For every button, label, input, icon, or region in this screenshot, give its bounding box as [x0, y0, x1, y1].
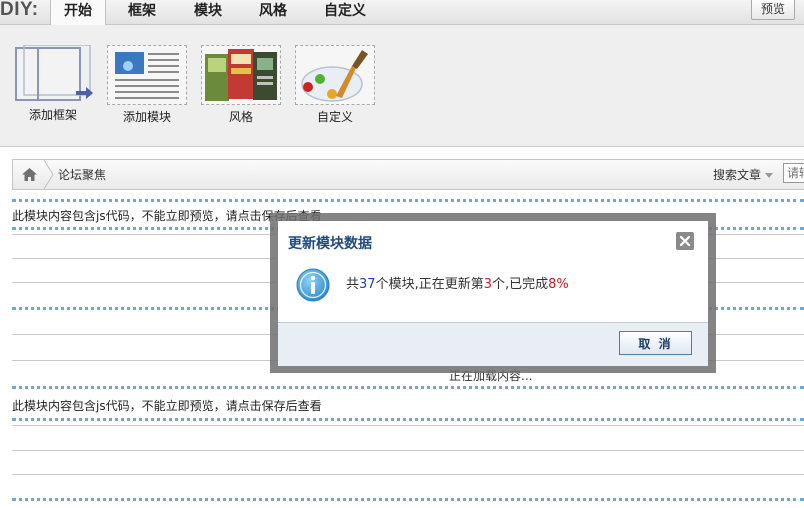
style-button[interactable]: 风格	[200, 45, 282, 125]
percent-complete: 8%	[548, 277, 569, 292]
tab-label: 自定义	[324, 3, 366, 19]
breadcrumb: 论坛聚焦 搜索文章	[12, 159, 804, 190]
tab-start[interactable]: 开始	[50, 0, 106, 26]
progress-message: 共37个模块,正在更新第3个,已完成8%	[346, 273, 569, 292]
search-type-select[interactable]: 搜索文章	[713, 166, 774, 183]
style-icon	[201, 45, 281, 105]
tab-label: 模块	[194, 3, 222, 19]
breadcrumb-separator-icon	[43, 160, 54, 189]
tool-label: 风格	[228, 110, 253, 124]
tab-module[interactable]: 模块	[178, 0, 238, 24]
msg-text: 共	[346, 277, 360, 292]
palette-icon	[295, 45, 375, 105]
dialog-title: 更新模块数据	[288, 236, 372, 252]
info-icon	[296, 268, 330, 302]
module-border	[12, 418, 804, 421]
module-border	[12, 498, 804, 501]
update-module-dialog: 更新模块数据 共37个模块,正在更新第3个,已完成8% 取 消	[278, 221, 708, 366]
home-icon[interactable]	[21, 167, 38, 182]
tab-label: 框架	[128, 3, 156, 19]
custom-button[interactable]: 自定义	[294, 45, 376, 125]
module-border	[12, 386, 804, 389]
diy-brand: DIY:	[0, 0, 39, 20]
diy-topbar: DIY: 开始 框架 模块 风格 自定义 预览	[0, 0, 804, 26]
msg-text: 个模块,正在更新第	[375, 277, 484, 292]
add-module-button[interactable]: 添加模块	[106, 45, 188, 125]
diy-tool-panel: 添加框架 添加模块 风格 自定义	[0, 25, 804, 147]
dialog-footer: 取 消	[278, 322, 708, 366]
current-index: 3	[483, 277, 492, 292]
tab-label: 开始	[64, 3, 92, 19]
tab-frame[interactable]: 框架	[112, 0, 172, 24]
module-icon	[107, 45, 187, 105]
tab-style[interactable]: 风格	[243, 0, 303, 24]
frame-icon	[14, 44, 93, 103]
tool-label: 添加模块	[122, 110, 171, 124]
search-input[interactable]	[783, 163, 804, 183]
tab-custom[interactable]: 自定义	[312, 0, 378, 24]
msg-text: 个,已完成	[491, 277, 549, 292]
close-icon[interactable]	[676, 232, 694, 250]
module-border	[12, 199, 804, 202]
tab-label: 风格	[259, 3, 287, 19]
preview-button[interactable]: 预览	[751, 0, 795, 20]
tool-label: 自定义	[316, 110, 353, 124]
module-notice: 此模块内容包含js代码，不能立即预览，请点击保存后查看	[12, 399, 322, 413]
cancel-button[interactable]: 取 消	[619, 331, 692, 355]
divider	[12, 450, 804, 451]
add-frame-button[interactable]: 添加框架	[12, 44, 94, 123]
total-count: 37	[359, 277, 376, 292]
search-type-label: 搜索文章	[713, 168, 762, 182]
tool-label: 添加框架	[28, 108, 77, 122]
divider	[12, 425, 804, 426]
chevron-down-icon	[765, 173, 774, 178]
breadcrumb-current[interactable]: 论坛聚焦	[58, 166, 106, 183]
divider	[12, 474, 804, 475]
